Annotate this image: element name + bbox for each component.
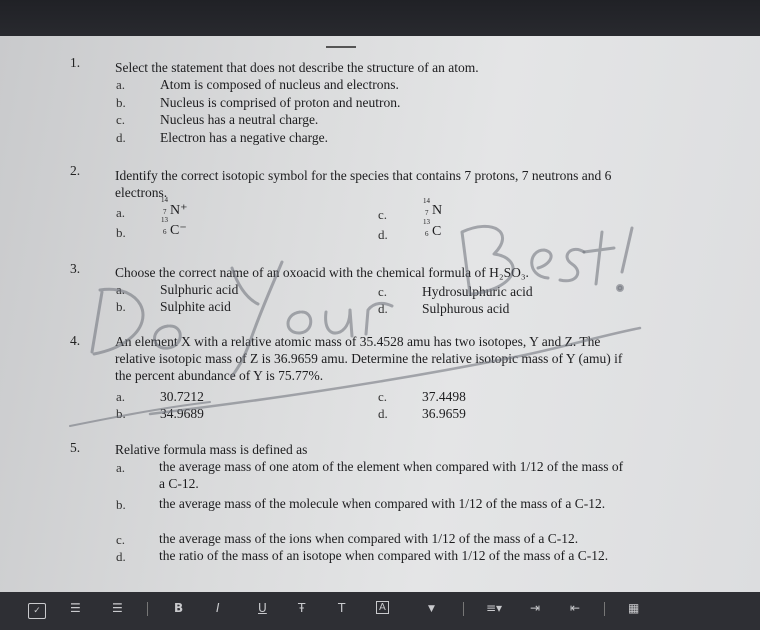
bullet-list-icon[interactable]: ☰ xyxy=(112,601,123,615)
bold-button[interactable]: B xyxy=(174,601,183,615)
formatting-toolbar: ✓ ☰ ☰ B I U Ŧ T A ▼ ≡▾ ⇥ ⇤ ▦ xyxy=(0,592,760,630)
indent-increase-icon[interactable]: ⇥ xyxy=(530,601,540,615)
underline-button[interactable]: U xyxy=(258,601,267,615)
table-icon[interactable]: ▦ xyxy=(628,601,639,615)
strikethrough-button[interactable]: Ŧ xyxy=(298,601,305,615)
handwritten-watermark xyxy=(69,224,642,427)
toolbar-separator xyxy=(604,602,605,616)
chevron-down-icon[interactable]: ▼ xyxy=(428,604,435,614)
highlight-icon[interactable]: A xyxy=(376,601,389,614)
toolbar-separator xyxy=(147,602,148,616)
numbered-list-icon[interactable]: ☰ xyxy=(70,601,81,615)
indent-decrease-icon[interactable]: ⇤ xyxy=(570,601,580,615)
checkbox-icon[interactable]: ✓ xyxy=(28,603,46,619)
text-style-button[interactable]: T xyxy=(338,601,345,615)
italic-button[interactable]: I xyxy=(216,601,220,615)
toolbar-separator xyxy=(463,602,464,616)
align-menu-icon[interactable]: ≡▾ xyxy=(486,601,502,615)
document-page: 1. Select the statement that does not de… xyxy=(0,36,760,592)
